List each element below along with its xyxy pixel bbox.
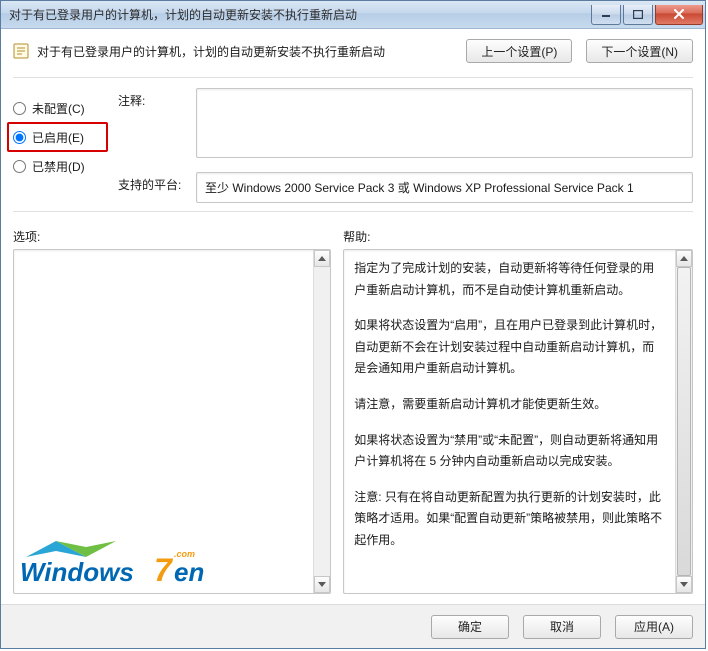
help-paragraph: 注意: 只有在将自动更新配置为执行更新的计划安装时，此策略才适用。如果“配置自动… <box>354 487 665 552</box>
help-panel: 指定为了完成计划的安装，自动更新将等待任何登录的用户重新启动计算机，而不是自动使… <box>343 249 693 594</box>
svg-text:.com: .com <box>174 549 195 559</box>
options-label: 选项: <box>13 228 331 245</box>
close-icon <box>673 9 685 19</box>
panels: Windows 7 en .com 指定为了完成计划的安装，自动更新将等待任何登… <box>13 249 693 594</box>
svg-text:Windows: Windows <box>20 557 134 587</box>
apply-button[interactable]: 应用(A) <box>615 615 693 639</box>
help-paragraph: 请注意，需要重新启动计算机才能使更新生效。 <box>354 394 665 416</box>
radio-enabled[interactable]: 已启用(E) <box>7 122 108 152</box>
ok-button[interactable]: 确定 <box>431 615 509 639</box>
scroll-down-button[interactable] <box>676 576 692 593</box>
watermark-logo: Windows 7 en .com <box>20 537 230 587</box>
scroll-track[interactable] <box>676 267 692 576</box>
state-radios: 未配置(C) 已启用(E) 已禁用(D) <box>13 88 108 203</box>
scroll-down-button[interactable] <box>314 576 330 593</box>
titlebar[interactable]: 对于有已登录用户的计算机，计划的自动更新安装不执行重新启动 <box>1 1 705 29</box>
radio-disabled-input[interactable] <box>13 160 26 173</box>
platform-value: 至少 Windows 2000 Service Pack 3 或 Windows… <box>196 172 693 203</box>
svg-text:en: en <box>174 557 204 587</box>
options-scrollbar[interactable] <box>313 250 330 593</box>
radio-not-configured-label: 未配置(C) <box>32 100 85 117</box>
policy-title: 对于有已登录用户的计算机，计划的自动更新安装不执行重新启动 <box>37 43 458 60</box>
scroll-up-button[interactable] <box>314 250 330 267</box>
chevron-down-icon <box>318 582 326 587</box>
radio-disabled-label: 已禁用(D) <box>32 158 85 175</box>
fields: 注释: 支持的平台: 至少 Windows 2000 Service Pack … <box>118 88 693 203</box>
help-scrollbar[interactable] <box>675 250 692 593</box>
next-setting-button[interactable]: 下一个设置(N) <box>586 39 693 63</box>
platform-field: 支持的平台: 至少 Windows 2000 Service Pack 3 或 … <box>118 172 693 203</box>
upper-panel: 未配置(C) 已启用(E) 已禁用(D) 注释: 支持的平台: <box>13 88 693 203</box>
previous-setting-button[interactable]: 上一个设置(P) <box>466 39 572 63</box>
radio-not-configured[interactable]: 未配置(C) <box>13 94 108 122</box>
platform-label: 支持的平台: <box>118 172 188 193</box>
chevron-down-icon <box>680 582 688 587</box>
content-area: 对于有已登录用户的计算机，计划的自动更新安装不执行重新启动 上一个设置(P) 下… <box>1 29 705 604</box>
radio-enabled-input[interactable] <box>13 131 26 144</box>
window-title: 对于有已登录用户的计算机，计划的自动更新安装不执行重新启动 <box>1 6 589 23</box>
radio-not-configured-input[interactable] <box>13 102 26 115</box>
radio-enabled-label: 已启用(E) <box>32 129 84 146</box>
minimize-icon <box>601 10 611 18</box>
maximize-icon <box>633 10 643 19</box>
chevron-up-icon <box>680 256 688 261</box>
close-button[interactable] <box>655 5 703 25</box>
window-controls <box>589 5 703 25</box>
help-label: 帮助: <box>343 228 693 245</box>
options-panel: Windows 7 en .com <box>13 249 331 594</box>
dialog-footer: 确定 取消 应用(A) <box>1 604 705 648</box>
help-content: 指定为了完成计划的安装，自动更新将等待任何登录的用户重新启动计算机，而不是自动使… <box>344 250 675 593</box>
help-paragraph: 如果将状态设置为“禁用”或“未配置”，则自动更新将通知用户计算机将在 5 分钟内… <box>354 430 665 473</box>
scroll-thumb[interactable] <box>677 267 691 576</box>
header-row: 对于有已登录用户的计算机，计划的自动更新安装不执行重新启动 上一个设置(P) 下… <box>13 39 693 63</box>
divider <box>13 77 693 78</box>
section-headers: 选项: 帮助: <box>13 228 693 245</box>
policy-icon <box>13 43 29 59</box>
chevron-up-icon <box>318 256 326 261</box>
divider <box>13 211 693 212</box>
scroll-track[interactable] <box>314 267 330 576</box>
cancel-button[interactable]: 取消 <box>523 615 601 639</box>
help-paragraph: 如果将状态设置为“启用”，且在用户已登录到此计算机时，自动更新不会在计划安装过程… <box>354 315 665 380</box>
svg-text:7: 7 <box>154 552 174 587</box>
comment-input[interactable] <box>196 88 693 158</box>
comment-label: 注释: <box>118 88 188 109</box>
help-paragraph: 指定为了完成计划的安装，自动更新将等待任何登录的用户重新启动计算机，而不是自动使… <box>354 258 665 301</box>
scroll-up-button[interactable] <box>676 250 692 267</box>
options-content: Windows 7 en .com <box>14 250 313 593</box>
minimize-button[interactable] <box>591 5 621 25</box>
dialog-window: 对于有已登录用户的计算机，计划的自动更新安装不执行重新启动 对于有已登录用户的计… <box>0 0 706 649</box>
radio-disabled[interactable]: 已禁用(D) <box>13 152 108 180</box>
comment-field: 注释: <box>118 88 693 158</box>
maximize-button[interactable] <box>623 5 653 25</box>
